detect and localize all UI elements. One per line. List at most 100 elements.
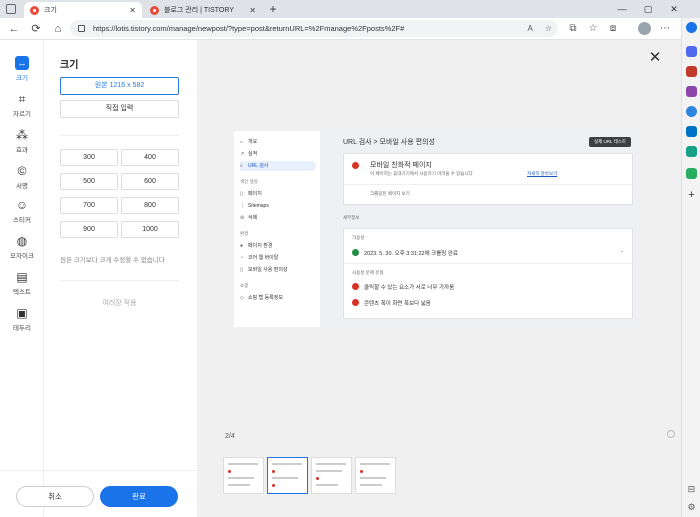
add-sidebar-icon[interactable]: + [686,190,697,201]
size-700-button[interactable]: 700 [60,197,118,214]
image-nav-item: ◔ 코어 웹 바이탈 [240,255,279,261]
crop-icon: ⌗ [18,92,26,106]
image-details-card: 가용성 2023. 5. 30. 오후 3:31:22에 크롤링 완료 ⌄ 사용… [343,228,634,319]
browser-titlebar: 크기 ✕ 블로그 관리 | TISTORY ✕ + — ▢ ✕ [0,0,700,18]
size-800-button[interactable]: 800 [121,197,179,214]
original-size-button[interactable]: 원본 1216 x 582 [60,77,179,95]
bing-icon[interactable] [686,22,697,33]
maximize-button[interactable]: ▢ [636,0,660,18]
microsoft365-icon[interactable] [686,106,697,117]
tool-sticker[interactable]: ☺ 스티커 [0,198,44,224]
lock-icon [78,25,85,32]
tool-signature[interactable]: © 서명 [0,164,44,190]
thumbnail-1[interactable] [223,457,264,494]
close-window-button[interactable]: ✕ [662,0,686,18]
tree-icon[interactable] [686,168,697,179]
error-icon [352,299,359,306]
favorite-star-icon[interactable]: ☆ [545,24,552,33]
tool-crop[interactable]: ⌗ 자르기 [0,92,44,118]
thumbnail-4[interactable] [355,457,396,494]
cancel-button[interactable]: 취소 [16,486,94,507]
window-menu-icon[interactable] [6,4,16,14]
image-issue-2: 콘텐츠 폭이 화면 폭보다 넓음 [364,301,431,307]
mosaic-icon: ◍ [16,234,28,248]
games-icon[interactable] [686,86,697,97]
divider [60,135,179,136]
size-300-button[interactable]: 300 [60,149,118,166]
more-menu-icon[interactable]: ⋯ [658,22,672,36]
tool-effects[interactable]: ⁂ 효과 [0,128,44,154]
tab-close-icon[interactable]: ✕ [129,6,136,15]
check-icon [352,249,359,256]
split-screen-icon[interactable]: ⧉ [566,22,580,36]
signature-icon: © [17,164,27,178]
address-bar[interactable]: https://lotis.tistory.com/manage/newpost… [70,20,558,37]
thumbnail-3[interactable] [311,457,352,494]
drop-icon[interactable] [686,146,697,157]
minimize-button[interactable]: — [610,0,634,18]
footer-divider [0,470,197,471]
text-icon: ▤ [16,270,28,284]
back-icon[interactable]: ← [6,21,22,37]
image-nav-section: 환경 [240,231,249,236]
image-nav-item: ⊘ 삭제 [240,215,258,221]
manual-input-button[interactable]: 직접 입력 [60,100,179,118]
close-editor-icon[interactable]: ✕ [647,50,663,66]
size-600-button[interactable]: 600 [121,173,179,190]
resize-icon: ↔ [15,56,29,70]
sidebar-collapse-icon[interactable]: ⊟ [686,484,697,495]
tab-blog-manage[interactable]: 블로그 관리 | TISTORY ✕ [144,2,262,18]
read-aloud-icon[interactable]: A [527,24,532,33]
shopping-icon[interactable] [686,46,697,57]
tool-frame[interactable]: ▣ 테두리 [0,306,44,332]
error-icon [352,162,359,169]
image-view-page: 크롤링된 페이지 보기 [370,191,410,196]
resize-panel: 크기 원본 1216 x 582 직접 입력 300 400 500 600 7… [44,40,197,517]
size-400-button[interactable]: 400 [121,149,179,166]
divider [60,280,179,281]
chevron-down-icon: ⌄ [620,248,624,253]
tool-mosaic[interactable]: ◍ 모자이크 [0,234,44,260]
image-nav-item: ▯ 모바일 사용 편의성 [240,267,288,273]
collections-icon[interactable]: ⧈ [606,22,620,36]
tool-label: 효과 [16,147,28,154]
image-nav-item: ⌕ URL 검사 [240,161,316,171]
image-nav-panel: ⌂ 개요 ↗ 실적 ⌕ URL 검사 색인 생성 ▯ 페이지 ⋮ Sitemaps ⊘ 삭제… [234,131,320,327]
image-nav-item: ◇ 쇼핑 탭 등록정보 [240,295,283,301]
done-button[interactable]: 완료 [100,486,178,507]
image-details-label: 세부정보 [343,215,360,220]
tab-close-icon[interactable]: ✕ [249,6,256,15]
tistory-favicon-icon [30,5,39,15]
image-issues-label: 사용성 문제 유형 [352,270,384,275]
thumbnail-2[interactable] [267,457,308,494]
outlook-icon[interactable] [686,126,697,137]
favorites-icon[interactable]: ☆ [586,22,600,36]
tool-text[interactable]: ▤ 텍스트 [0,270,44,296]
canvas-scroll-handle[interactable] [667,430,675,438]
edge-sidebar: + ⊟ ⚙ [681,18,700,517]
tab-title: 크기 [44,7,57,14]
tools-icon[interactable] [686,66,697,77]
refresh-icon[interactable]: ⟳ [28,21,44,37]
home-icon[interactable]: ⌂ [50,21,66,37]
panel-title: 크기 [60,60,79,71]
apply-all-button[interactable]: 여러장 적용 [60,295,179,313]
image-crawl-value: 2023. 5. 30. 오후 3:31:22에 크롤링 완료 [364,251,458,257]
tab-resize[interactable]: 크기 ✕ [24,2,142,18]
divider [344,184,634,185]
image-nav-item: ● 페이지 환경 [240,243,273,249]
page-indicator: 2/4 [225,433,235,440]
tool-label: 모자이크 [10,253,34,260]
image-nav-section: 색인 생성 [240,179,258,184]
image-nav-section: 쇼핑 [240,283,249,288]
size-1000-button[interactable]: 1000 [121,221,179,238]
size-900-button[interactable]: 900 [60,221,118,238]
size-500-button[interactable]: 500 [60,173,118,190]
url-text: https://lotis.tistory.com/manage/newpost… [93,24,405,33]
image-error-link: 자세히 알아보기 [527,171,558,176]
tool-resize[interactable]: ↔ 크기 [0,56,44,82]
sidebar-settings-icon[interactable]: ⚙ [686,502,697,513]
new-tab-button[interactable]: + [266,2,280,16]
image-error-title: 모바일 친화적 페이지 [370,162,432,169]
profile-avatar[interactable] [638,22,651,35]
